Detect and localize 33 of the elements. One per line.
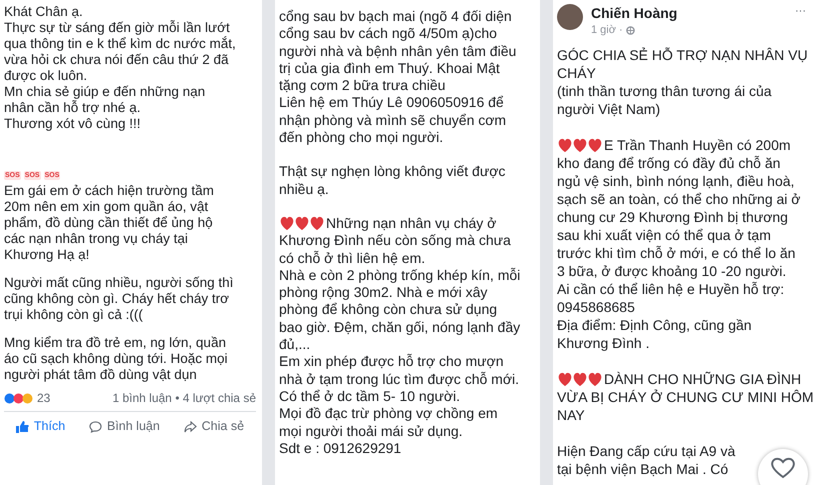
post-paragraph: Khương Đình nếu còn sống mà chưa có chỗ ở thì liên hệ em. Nhà e còn 2 phòng trống khép kín, mỗi phòng rộng 30m2. Nhà e mới xây phòng để không còn chưa sử dụng bao giờ. Đệm, chăn gối, nóng lạnh đầy đủ,... Em xin phép được hỗ trợ cho mượn nhà ở tạm trong lúc tìm được chỗ mới. Có thể ở dc tầm 5- 10 người. Mọi đồ đạc trừ phòng vợ chồng em mọi người thoải mái sử dụng. Sdt e : 0912629291 xyxy=(279,232,520,458)
post-paragraph: Khát Chân ạ. Thực sự từ sáng đến giờ mỗi lần lướt qua thông tin e k thể kìm dc nước mắt, vừa hỏi ck chưa nói đến câu thứ 2 đã được ok luôn. Mn chia sẻ giúp e đến những nạn nhân cần hỗ trợ nhé ạ. Thương xót vô cùng !!! xyxy=(4,4,236,132)
post-paragraph: Mng kiểm tra đồ trẻ em, ng lớn, quần áo cũ sạch không dùng tới. Hoặc mọi người phát tâm đồ dùng vật dụn xyxy=(4,335,228,383)
avatar[interactable] xyxy=(557,4,583,30)
post-paragraph: Người mất cũng nhiều, người sống thì cũng không còn gì. Cháy hết cháy trơ trụi không còn gì cả :((( xyxy=(4,275,234,323)
comment-share-count[interactable]: 1 bình luận • 4 lượt chia sẻ xyxy=(112,389,256,407)
reaction-icons xyxy=(4,392,34,404)
hearts-icon xyxy=(557,138,603,152)
post-paragraph: kho đang để trống có đầy đủ chỗ ăn ngủ vệ sinh, bình nóng lạnh, điều hoà, sạch sẽ an toàn, có thể cho những ai ở chung cư 29 Khương Đình bị thương sau khi xuất viện có thể qua ở tạm trước khi tìm chỗ ở mới, e có thể lo ăn 3 bữa, ở được khoảng 10 -20 người. Ai cần có thể liên hệ e Huyền hỗ trợ: 0945868685 Địa điểm: Định Công, cũng gần Khương Đình . xyxy=(557,154,800,352)
post-time: 1 giờ · xyxy=(591,23,623,37)
floating-heart-button[interactable] xyxy=(758,449,808,485)
hearts-icon xyxy=(557,372,603,386)
post-paragraph: Những nạn nhân vụ cháy ở xyxy=(326,214,496,232)
reaction-count[interactable]: 23 xyxy=(37,389,50,407)
post-paragraph: GÓC CHIA SẺ HỖ TRỢ NẠN NHÂN VỤ CHÁY (tinh thần tương thân tương ái của người Việt Nam) xyxy=(557,46,808,118)
like-button[interactable]: Thích xyxy=(16,417,66,436)
post-paragraph: Hiện Đang cấp cứu tại A9 và tại bệnh viện Bạch Mai . Có xyxy=(557,442,736,478)
post-paragraph: Thật sự nghẹn lòng không viết được nhiều ạ. xyxy=(279,163,506,198)
heart-icon xyxy=(770,457,796,479)
author-name[interactable]: Chiến Hoàng xyxy=(591,3,787,23)
hearts-icon xyxy=(279,216,325,232)
thumbs-up-icon xyxy=(16,420,29,432)
share-icon xyxy=(184,420,197,432)
globe-icon xyxy=(626,26,635,34)
share-button[interactable]: Chia sẻ xyxy=(184,417,244,436)
post-paragraph: Em gái em ở cách hiện trường tầm 20m nên em xin gom quần áo, vật phẩm, đồ dùng cần thiết để ủng hộ các nạn nhân trong vụ cháy tại Khương Hạ ạ! xyxy=(4,183,214,263)
post-paragraph: E Trần Thanh Huyền có 200m xyxy=(604,136,791,154)
comment-button[interactable]: Bình luận xyxy=(89,417,160,436)
post-paragraph: DÀNH CHO NHỮNG GIA ĐÌNH xyxy=(604,370,802,388)
more-options[interactable]: ··· xyxy=(795,3,806,20)
post-paragraph: cổng sau bv bạch mai (ngõ 4 đối diện cổng sau bv cách ngõ 4/50m ạ)cho người nhà và bệnh nhân yên tâm điều trị của gia đình em Thuý. Khoai Mật tặng cơm 2 bữa trưa chiều Liên hệ em Thúy Lê 0906050916 để nhận phòng và mình sẽ chuyển cơm đến phòng cho mọi người. xyxy=(279,8,516,146)
post-paragraph: VỪA BỊ CHÁY Ở CHUNG CƯ MINI HÔM NAY xyxy=(557,388,814,424)
comment-icon xyxy=(89,420,102,432)
